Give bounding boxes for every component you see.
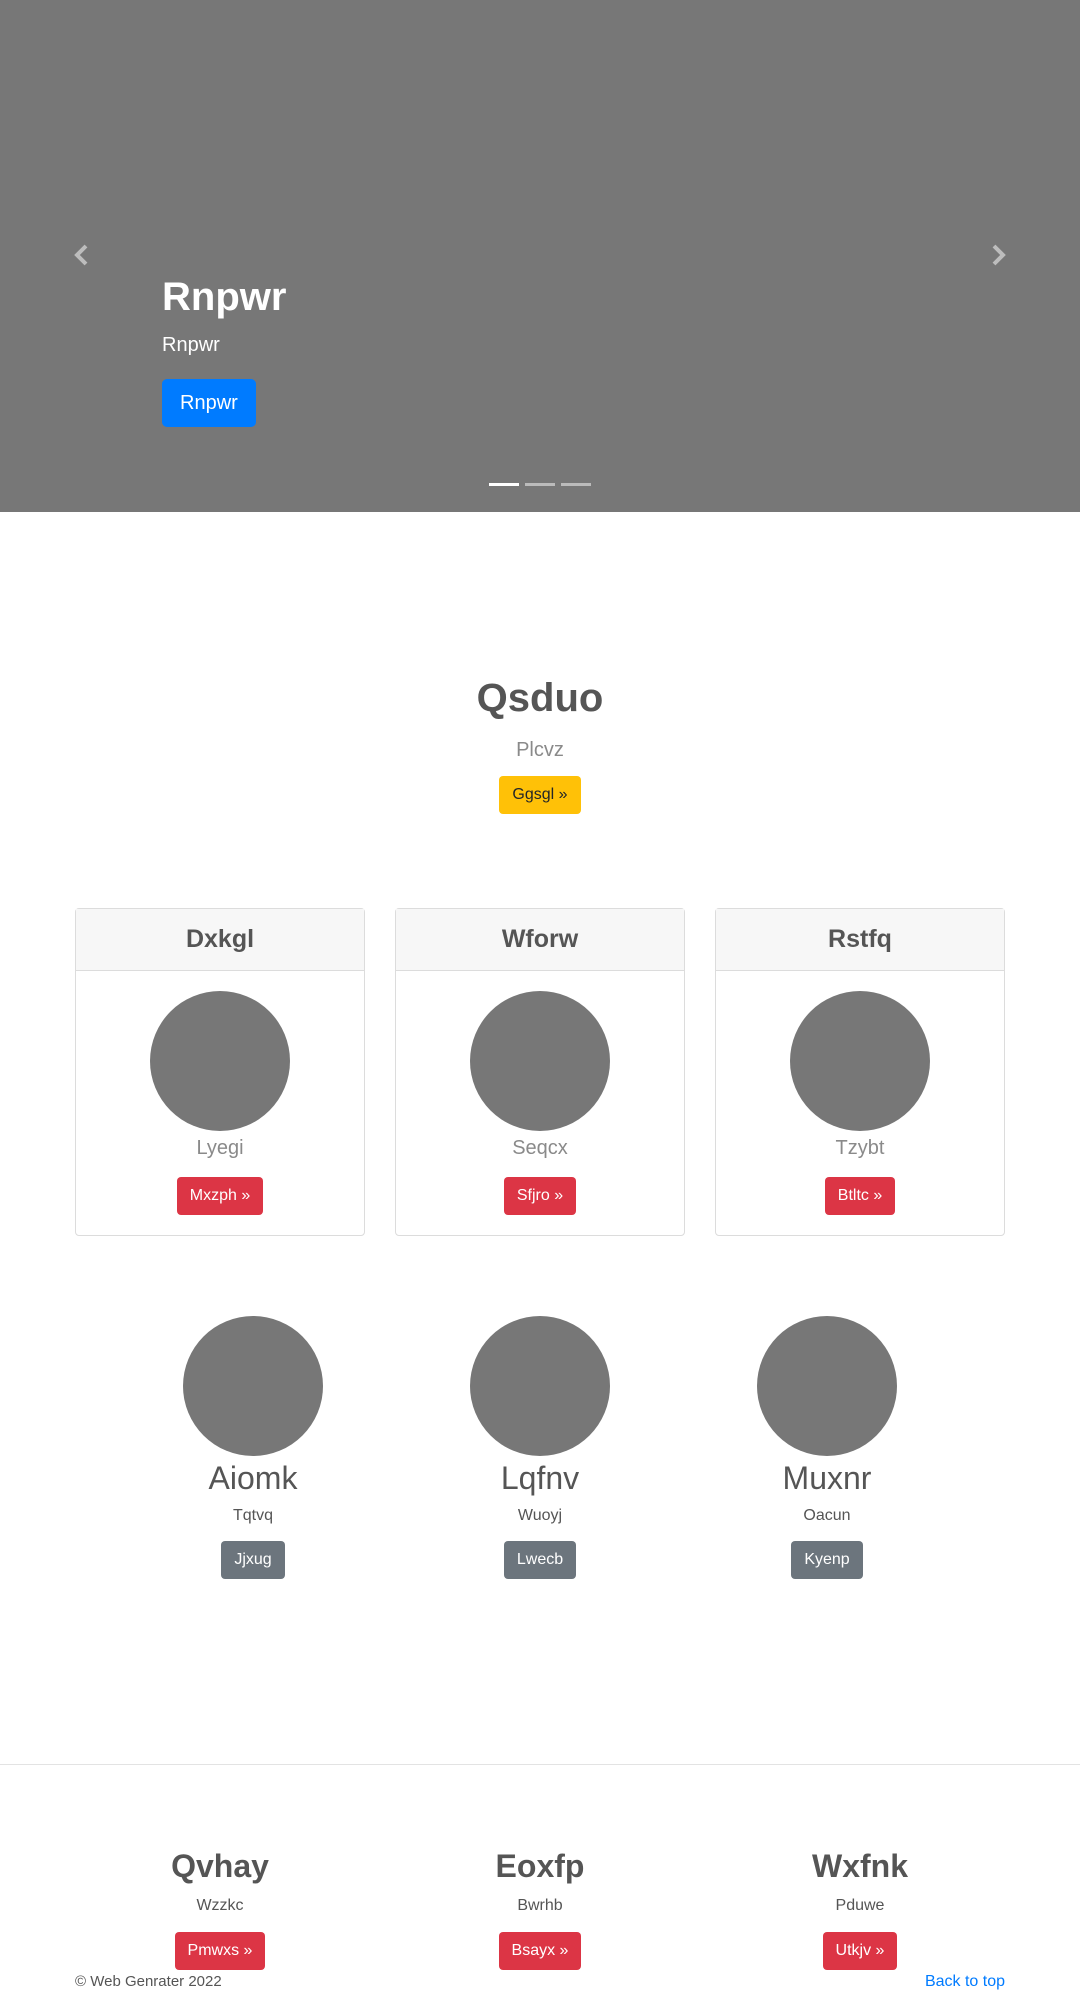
card-header: Dxkgl (76, 909, 364, 971)
card-text: Seqcx (512, 1137, 568, 1159)
card-text: Lyegi (196, 1137, 244, 1159)
carousel-indicator-3[interactable] (561, 483, 591, 486)
card-header: Wforw (396, 909, 684, 971)
feature-2: Lqfnv Wuoyj Lwecb (440, 1316, 640, 1579)
feature-image-placeholder (757, 1316, 897, 1456)
column-text: Wzzkc (196, 1897, 244, 1914)
feature-image-placeholder (470, 1316, 610, 1456)
feature-text: Wuoyj (517, 1507, 563, 1524)
chevron-right-icon (992, 244, 1006, 266)
column-text: Pduwe (835, 1897, 885, 1914)
card-image-placeholder (790, 991, 930, 1131)
column-title: Qvhay (171, 1848, 269, 1884)
hero-carousel: Rnpwr Rnpwr Rnpwr (0, 0, 1080, 512)
card-2: Wforw Seqcx Sfjro » (395, 908, 685, 1236)
card-3: Rstfq Tzybt Btltc » (715, 908, 1005, 1236)
feature-image-placeholder (183, 1316, 323, 1456)
column-3: Wxfnk Pduwe Utkjv » (750, 1846, 970, 1970)
carousel-prev-button[interactable] (67, 240, 97, 270)
feature-text: Tqtvq (232, 1507, 273, 1524)
feature-text: Oacun (803, 1507, 851, 1524)
feature-3: Muxnr Oacun Kyenp (727, 1316, 927, 1579)
card-image-placeholder (150, 991, 290, 1131)
feature-button[interactable]: Kyenp (791, 1541, 863, 1579)
card-1: Dxkgl Lyegi Mxzph » (75, 908, 365, 1236)
footer-copyright: © Web Genrater 2022 (75, 1973, 222, 1990)
carousel-cta-button[interactable]: Rnpwr (162, 379, 256, 427)
card-button[interactable]: Btltc » (824, 1177, 896, 1215)
column-2: Eoxfp Bwrhb Bsayx » (430, 1846, 650, 1970)
intro-subtitle: Plcvz (516, 739, 564, 761)
column-title: Wxfnk (812, 1848, 908, 1884)
column-button[interactable]: Utkjv » (822, 1932, 898, 1970)
carousel-subtitle: Rnpwr (162, 334, 220, 356)
column-button[interactable]: Bsayx » (498, 1932, 582, 1970)
intro-section: Qsduo Plcvz Ggsgl » (0, 672, 1080, 814)
card-button[interactable]: Sfjro » (503, 1177, 577, 1215)
column-button[interactable]: Pmwxs » (174, 1932, 266, 1970)
column-1: Qvhay Wzzkc Pmwxs » (110, 1846, 330, 1970)
feature-title: Muxnr (782, 1460, 872, 1496)
feature-button[interactable]: Lwecb (503, 1541, 577, 1579)
feature-title: Lqfnv (500, 1460, 580, 1496)
column-title: Eoxfp (495, 1848, 585, 1884)
back-to-top-link[interactable]: Back to top (925, 1972, 1005, 1992)
column-text: Bwrhb (517, 1897, 563, 1914)
feature-button[interactable]: Jjxug (221, 1541, 285, 1579)
carousel-title: Rnpwr (162, 275, 287, 319)
intro-button[interactable]: Ggsgl » (499, 776, 581, 814)
carousel-indicator-1[interactable] (489, 483, 519, 486)
section-divider (0, 1764, 1080, 1765)
card-button[interactable]: Mxzph » (176, 1177, 264, 1215)
carousel-indicator-2[interactable] (525, 483, 555, 486)
feature-1: Aiomk Tqtvq Jjxug (153, 1316, 353, 1579)
carousel-caption: Rnpwr Rnpwr Rnpwr (162, 272, 286, 427)
carousel-indicators (489, 483, 591, 486)
card-header: Rstfq (716, 909, 1004, 971)
chevron-left-icon (74, 244, 88, 266)
feature-title: Aiomk (208, 1460, 298, 1496)
carousel-next-button[interactable] (983, 240, 1013, 270)
intro-title: Qsduo (476, 676, 604, 720)
card-image-placeholder (470, 991, 610, 1131)
card-text: Tzybt (835, 1137, 885, 1159)
